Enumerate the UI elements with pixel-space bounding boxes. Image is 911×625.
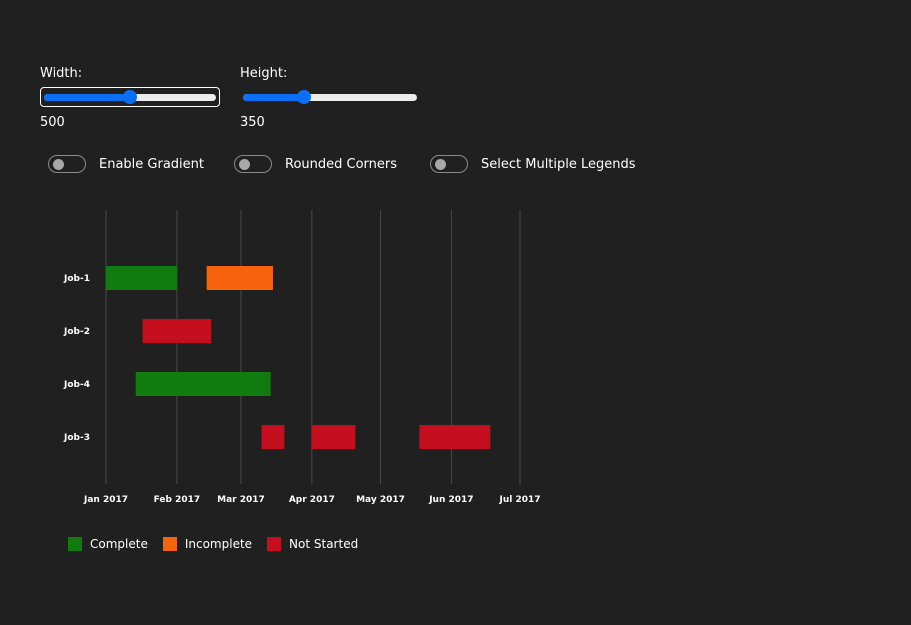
legend-swatch	[68, 537, 82, 551]
x-tick-label: Jan 2017	[83, 495, 128, 505]
task-bar	[106, 266, 177, 290]
x-tick-label: Apr 2017	[289, 495, 335, 505]
gantt-chart: Jan 2017 Feb 2017 Mar 2017 Apr 2017 May 2017…	[63, 210, 541, 505]
y-tick-label: Job-4	[63, 380, 90, 390]
task-bar	[135, 372, 271, 396]
x-tick-label: Jul 2017	[498, 495, 540, 505]
legend-label: Not Started	[289, 537, 359, 551]
x-tick-label: May 2017	[356, 495, 405, 505]
legend-item[interactable]: Incomplete	[162, 537, 253, 551]
task-bar	[419, 425, 491, 449]
y-tick-label: Job-1	[63, 274, 90, 284]
chart-legend: Complete Incomplete Not Started	[68, 537, 373, 551]
legend-swatch	[162, 537, 177, 551]
x-tick-label: Feb 2017	[154, 495, 201, 505]
task-bar	[206, 266, 273, 290]
task-bar	[311, 425, 356, 449]
y-tick-label: Job-2	[63, 327, 90, 337]
legend-label: Complete	[90, 537, 148, 551]
legend-item[interactable]: Not Started	[267, 537, 358, 551]
legend-swatch	[267, 537, 282, 551]
legend-label: Incomplete	[184, 537, 253, 551]
x-tick-label: Mar 2017	[217, 495, 265, 505]
task-bar	[142, 319, 212, 343]
y-tick-label: Job-3	[63, 433, 90, 443]
task-bar	[261, 425, 285, 449]
x-tick-label: Jun 2017	[428, 495, 473, 505]
legend-item[interactable]: Complete	[68, 537, 148, 551]
